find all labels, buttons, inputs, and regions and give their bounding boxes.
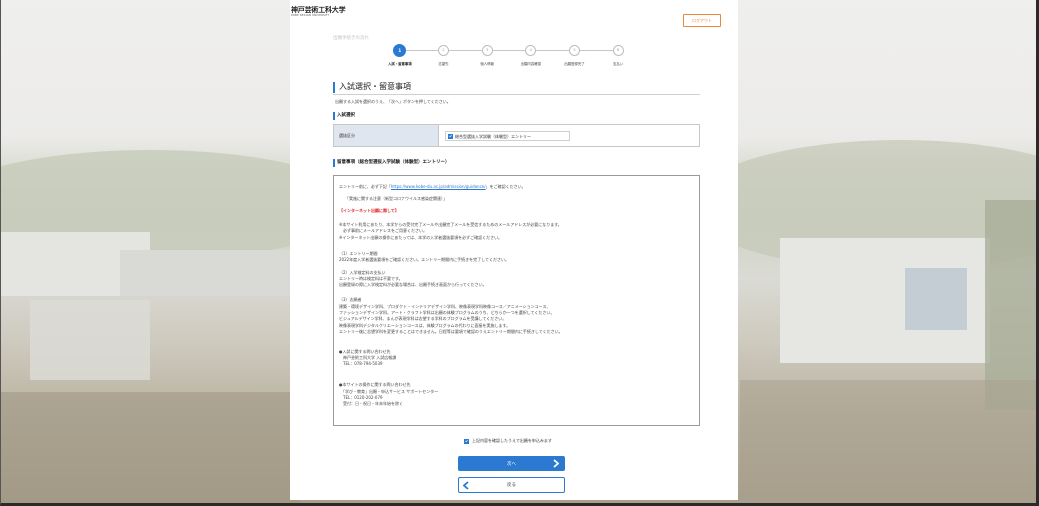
- background-trees: [985, 200, 1039, 410]
- step-number: 1: [393, 44, 407, 57]
- step-label: 志望先: [438, 62, 449, 66]
- step-label: 入試・留意事項: [387, 62, 412, 66]
- step-label: 支払い: [613, 62, 624, 66]
- step-number: 2: [437, 45, 449, 56]
- step-number: 4: [525, 45, 537, 56]
- page-title-text: 入試選択・留意事項: [339, 82, 411, 91]
- notes-intro-after: 」をご確認ください。: [485, 184, 526, 189]
- guidelines-link[interactable]: https://www.kobe-du.ac.jp/admission/guid…: [391, 184, 486, 189]
- background-building: [120, 250, 300, 296]
- background-building-glass: [905, 268, 967, 330]
- notes-line: 出願登録の際に入学検定料が必要な場合は、出願手続き画面から行ってください。: [339, 282, 487, 288]
- step-label: 出願登録完了: [564, 62, 585, 66]
- step-number: 6: [612, 45, 624, 56]
- contact-phone: TEL：078-794-5039: [339, 361, 383, 367]
- title-accent-bar: [333, 82, 335, 93]
- step-2: 2 志望先: [422, 44, 466, 70]
- logo-english: KOBE DESIGN UNIVERSITY: [291, 14, 330, 17]
- background-ground: [740, 380, 1039, 506]
- notes-intro-before: エントリー前に、必ず下記「: [339, 184, 391, 189]
- section-accent-bar: [333, 159, 335, 167]
- notes-section-heading-text: 留意事項（総合型選抜入学試験（体験型）エントリー）: [337, 160, 450, 165]
- step-number: 5: [568, 45, 580, 56]
- exam-selection-table: 選抜区分 総合型選抜入学試験（体験型）エントリー: [333, 124, 700, 147]
- step-label: 出願内容確認: [520, 62, 541, 66]
- step-number: 3: [481, 45, 493, 56]
- university-logo[interactable]: 神戸芸術工科大学 KOBE DESIGN UNIVERSITY: [291, 6, 346, 17]
- page-instruction: 出願する入試を選択のうえ、「次へ」ボタンを押してください。: [335, 99, 451, 104]
- browser-viewport: 神戸芸術工科大学 KOBE DESIGN UNIVERSITY ログアウト 出願…: [0, 0, 1039, 506]
- step-1: 1 入試・留意事項: [378, 44, 422, 70]
- back-button-label: 戻る: [507, 483, 516, 488]
- exam-option[interactable]: 総合型選抜入学試験（体験型）エントリー: [445, 131, 570, 141]
- next-button-label: 次へ: [507, 461, 516, 467]
- confirm-agreement[interactable]: 上記内容を確認したうえで出願を申込みます: [464, 438, 552, 444]
- step-3: 3 個人情報: [465, 44, 509, 70]
- notes-line: 2022年度入学者選抜要項をご確認ください。エントリー期間内に手続きを完了してく…: [339, 256, 509, 262]
- next-button[interactable]: 次へ: [458, 456, 565, 471]
- flow-label: 出願手続きの流れ: [333, 36, 369, 41]
- step-5: 5 出願登録完了: [553, 44, 597, 70]
- background-ground: [0, 392, 300, 506]
- confirm-label: 上記内容を確認したうえで出願を申込みます: [472, 438, 552, 443]
- progress-stepper: 1 入試・留意事項 2 志望先 3 個人情報 4 出願内容確認 5 出願登録完了…: [378, 44, 640, 70]
- page-title: 入試選択・留意事項: [333, 81, 700, 95]
- confirm-checkbox[interactable]: [464, 438, 469, 444]
- logo-japanese: 神戸芸術工科大学: [291, 6, 346, 14]
- step-label: 個人情報: [480, 62, 494, 66]
- back-button[interactable]: 戻る: [458, 477, 565, 493]
- application-panel: 神戸芸術工科大学 KOBE DESIGN UNIVERSITY ログアウト 出願…: [290, 0, 738, 500]
- check-icon: [449, 134, 452, 138]
- step-4: 4 出願内容確認: [509, 44, 553, 70]
- step-6: 6 支払い: [596, 44, 640, 70]
- notes-scroll-box[interactable]: エントリー前に、必ず下記「https://www.kobe-du.ac.jp/a…: [333, 175, 700, 426]
- notes-intro-line: エントリー前に、必ず下記「https://www.kobe-du.ac.jp/a…: [339, 184, 694, 190]
- notes-line: ※インターネット出願の操作にあたっては、本学の入学者選抜要項を必ずご確認ください…: [339, 234, 503, 240]
- exam-section-heading-text: 入試選択: [337, 113, 355, 118]
- notes-line[interactable]: 「実施に関する注意（新型コロナウイルス感染症関連）」: [339, 196, 694, 202]
- section-accent-bar: [333, 112, 335, 120]
- notes-line: エントリー後に志望学科を変更することはできません。日程等は要項で確認のうえエント…: [339, 328, 563, 334]
- contact-hours: 受付：日・祝日・年末年始を除く: [339, 401, 403, 407]
- chevron-left-icon: [463, 481, 469, 490]
- background-building: [30, 300, 150, 380]
- notes-warning-heading: 【インターネット出願に際して】: [339, 207, 399, 213]
- exam-option-checkbox[interactable]: [448, 133, 453, 139]
- exam-option-label: 総合型選抜入学試験（体験型）エントリー: [455, 133, 531, 139]
- chevron-right-icon: [553, 459, 559, 468]
- selection-category-label: 選抜区分: [334, 125, 439, 146]
- selection-category-value: 総合型選抜入学試験（体験型）エントリー: [439, 125, 699, 146]
- check-icon: [465, 439, 468, 443]
- logout-button[interactable]: ログアウト: [683, 14, 721, 27]
